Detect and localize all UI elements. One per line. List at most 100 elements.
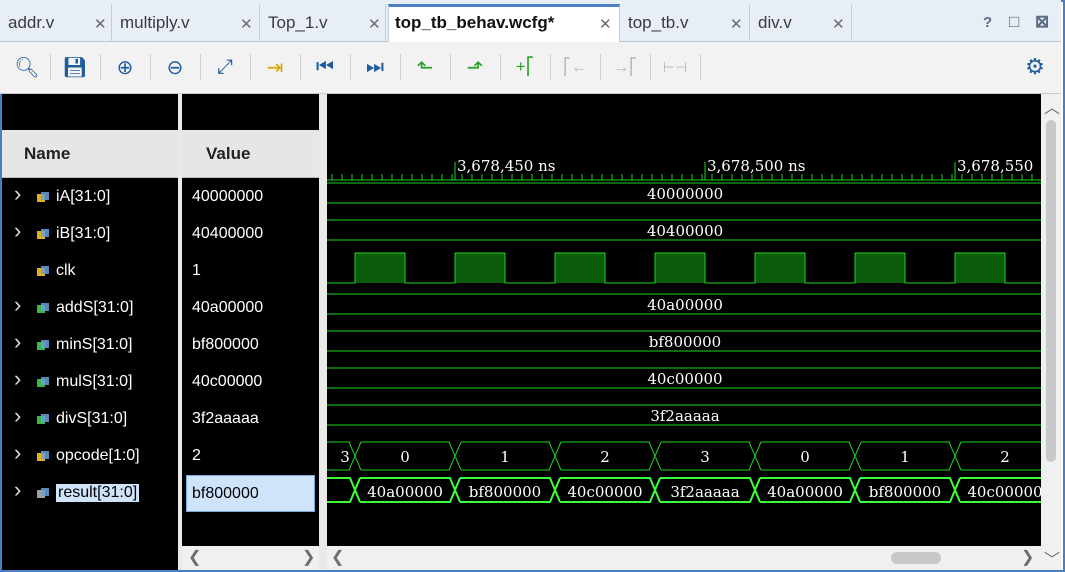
close-icon[interactable]: ✕ xyxy=(94,15,107,33)
signal-row[interactable]: › iA[31:0] xyxy=(2,179,178,216)
go-to-cursor-icon[interactable]: ⇥ xyxy=(260,52,290,82)
restore-icon[interactable]: □ xyxy=(1009,12,1019,32)
signal-name: mulS[31:0] xyxy=(56,373,133,390)
close-icon[interactable]: ✕ xyxy=(832,15,845,33)
result-segment-value: 3f2aaaaa xyxy=(670,483,739,501)
previous-transition-icon[interactable]: ⬑ xyxy=(410,52,440,82)
close-icon[interactable]: ✕ xyxy=(240,15,253,33)
signal-type-icon xyxy=(36,265,50,279)
waveform-display[interactable]: 3,678,450 ns 3,678,500 ns 3,678,550 4000000… xyxy=(327,94,1041,546)
value-pane-horizontal-scrollbar[interactable]: ❮ ❯ xyxy=(182,546,319,570)
clock-high-fill xyxy=(455,253,505,283)
tab-multiply[interactable]: multiply.v ✕ xyxy=(114,4,260,42)
next-transition-icon[interactable]: ⬏ xyxy=(460,52,490,82)
bus-wave-value: 40a00000 xyxy=(647,296,723,314)
clock-high-fill xyxy=(955,253,1005,283)
previous-marker-icon: ⎡← xyxy=(563,59,587,76)
add-marker-icon[interactable]: +⎡ xyxy=(510,52,540,82)
bus-wave-value: bf800000 xyxy=(649,333,721,351)
signal-row[interactable]: › result[31:0] xyxy=(2,475,178,512)
save-icon[interactable]: 💾︎ xyxy=(60,52,90,82)
close-icon[interactable]: ✕ xyxy=(368,15,381,33)
scroll-right-icon[interactable]: ❯ xyxy=(1021,547,1034,567)
clock-high-fill xyxy=(555,253,605,283)
bus-segment-value: 0 xyxy=(400,448,410,466)
scroll-down-icon[interactable]: ﹀ xyxy=(1044,546,1060,570)
value-column-header[interactable]: Value xyxy=(182,130,319,178)
tab-top-1[interactable]: Top_1.v ✕ xyxy=(262,4,386,42)
signal-value: 40c00000 xyxy=(192,373,263,390)
pane-splitter[interactable] xyxy=(319,94,327,570)
clock-high-fill xyxy=(755,253,805,283)
signal-name: result[31:0] xyxy=(56,484,140,502)
signal-row[interactable]: › mulS[31:0] xyxy=(2,364,178,401)
tab-label: div.v xyxy=(758,13,792,32)
scroll-left-icon[interactable]: ❮ xyxy=(188,547,201,567)
bus-segment-value: 3 xyxy=(340,448,350,466)
bus-segment-value: 1 xyxy=(500,448,510,466)
expand-chevron-icon[interactable]: › xyxy=(14,329,21,355)
go-to-last-time-icon[interactable]: ⏭ xyxy=(360,52,390,82)
help-icon[interactable]: ? xyxy=(983,14,992,31)
signal-type-icon xyxy=(36,487,50,501)
bus-segment-value: 3 xyxy=(700,448,710,466)
bus-wave-value: 40c00000 xyxy=(647,370,722,388)
tab-label: top_tb.v xyxy=(628,13,689,32)
signal-type-icon xyxy=(36,228,50,242)
go-to-time-zero-icon[interactable]: ⏮ xyxy=(310,52,340,82)
bus-wave-outline xyxy=(327,441,1041,471)
signal-row[interactable]: › minS[31:0] xyxy=(2,327,178,364)
signal-row[interactable]: › iB[31:0] xyxy=(2,216,178,253)
zoom-fit-icon[interactable]: ⤢ xyxy=(210,52,240,82)
ruler-label: 3,678,450 ns xyxy=(457,157,555,175)
zoom-in-icon[interactable]: ⊕ xyxy=(110,52,140,82)
expand-chevron-icon[interactable]: › xyxy=(14,440,21,466)
expand-chevron-icon[interactable]: › xyxy=(14,366,21,392)
signal-value: 40400000 xyxy=(192,225,264,242)
scroll-left-icon[interactable]: ❮ xyxy=(331,547,344,567)
tab-top-tb[interactable]: top_tb.v ✕ xyxy=(622,4,750,42)
signal-type-icon xyxy=(36,376,50,390)
signal-value: 1 xyxy=(192,262,201,279)
signal-row[interactable]: clk xyxy=(2,253,178,290)
signal-name: minS[31:0] xyxy=(56,336,133,353)
result-segment-value: 40a00000 xyxy=(767,483,843,501)
expand-chevron-icon[interactable]: › xyxy=(14,218,21,244)
ruler-label: 3,678,500 ns xyxy=(707,157,805,175)
expand-chevron-icon[interactable]: › xyxy=(14,181,21,207)
next-marker-icon: →⎡ xyxy=(613,59,637,76)
signal-value: 40a00000 xyxy=(192,299,264,316)
zoom-out-icon[interactable]: ⊖ xyxy=(160,52,190,82)
signal-value-pane: Value 40000000 40400000 1 40a00000 bf800000 4… xyxy=(182,94,319,546)
scrollbar-thumb[interactable] xyxy=(891,552,941,564)
bus-wave-value: 40000000 xyxy=(647,185,723,203)
scroll-right-icon[interactable]: ❯ xyxy=(302,547,315,567)
signal-row[interactable]: › opcode[1:0] xyxy=(2,438,178,475)
tab-addr[interactable]: addr.v ✕ xyxy=(2,4,112,42)
settings-icon[interactable]: ⚙ xyxy=(1020,52,1050,82)
signal-name-pane: Name › iA[31:0] › iB[31:0] clk › addS[31:0] › mi… xyxy=(2,94,178,570)
close-window-icon[interactable]: ⊠ xyxy=(1035,12,1049,32)
tab-top-tb-behav-wcfg[interactable]: top_tb_behav.wcfg* ✕ xyxy=(388,4,620,42)
close-icon[interactable]: ✕ xyxy=(599,15,612,33)
signal-value[interactable]: bf800000 xyxy=(186,475,315,512)
tab-div[interactable]: div.v ✕ xyxy=(752,4,852,42)
signal-name: addS[31:0] xyxy=(56,299,134,316)
expand-chevron-icon[interactable]: › xyxy=(14,403,21,429)
result-segment-value: 40c00000 xyxy=(967,483,1041,501)
scroll-up-icon[interactable]: ︿ xyxy=(1044,94,1060,118)
tab-label: addr.v xyxy=(8,13,55,32)
close-icon[interactable]: ✕ xyxy=(730,15,743,33)
expand-chevron-icon[interactable]: › xyxy=(14,477,21,503)
signal-row[interactable]: › addS[31:0] xyxy=(2,290,178,327)
scrollbar-thumb[interactable] xyxy=(1046,120,1056,462)
search-icon[interactable]: 🔍︎ xyxy=(12,52,42,82)
expand-chevron-icon[interactable]: › xyxy=(14,292,21,318)
vertical-scrollbar[interactable]: ︿ ﹀ xyxy=(1041,94,1061,570)
signal-row[interactable]: › divS[31:0] xyxy=(2,401,178,438)
name-column-header[interactable]: Name xyxy=(2,130,178,178)
signal-type-icon xyxy=(36,191,50,205)
wave-horizontal-scrollbar[interactable]: ❮ ❯ xyxy=(327,546,1041,570)
signal-value: 40000000 xyxy=(192,188,264,205)
bus-wave-value: 40400000 xyxy=(647,222,723,240)
